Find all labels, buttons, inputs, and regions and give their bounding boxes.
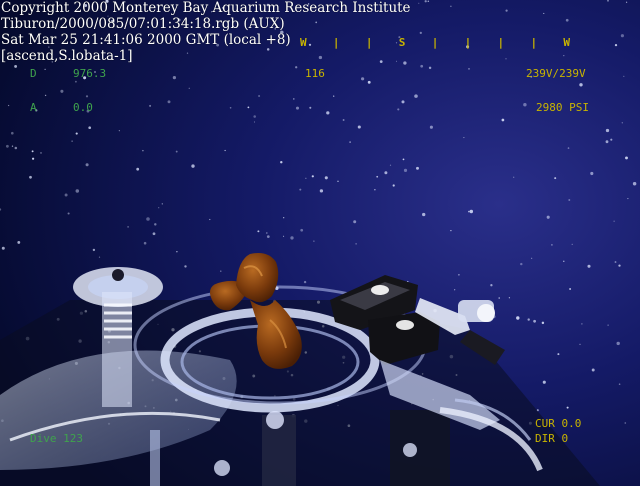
source-file-line: Tiburon/2000/085/07:01:34:18.rgb (AUX) xyxy=(1,16,285,32)
pressure-readout: 2980 PSI xyxy=(536,101,589,114)
compass-mark: | xyxy=(332,36,340,49)
compass-mark: S xyxy=(398,36,406,49)
depth-label: D xyxy=(30,67,37,80)
video-frame: Copyright 2000 Monterey Bay Aquarium Res… xyxy=(0,0,640,486)
compass-mark: W xyxy=(300,36,307,49)
altitude-value: 0.0 xyxy=(73,101,93,114)
copyright-line: Copyright 2000 Monterey Bay Aquarium Res… xyxy=(1,0,411,16)
depth-value: 976.3 xyxy=(73,67,107,80)
compass-mark: | xyxy=(530,36,538,49)
timestamp-line: Sat Mar 25 21:41:06 2000 GMT (local +8) xyxy=(1,32,291,48)
dive-number: Dive 123 xyxy=(30,432,83,445)
voltage-readout: 239V/239V xyxy=(526,67,586,80)
heading-value: 116 xyxy=(305,67,325,80)
compass-mark: | xyxy=(431,36,439,49)
current-readout: CUR 0.0 xyxy=(535,417,582,430)
direction-readout: DIR 0 xyxy=(535,432,569,445)
compass-mark: | xyxy=(365,36,373,49)
compass-strip: W | | S | | | | W xyxy=(300,36,570,49)
compass-mark: | xyxy=(497,36,505,49)
altitude-label: A xyxy=(30,101,37,114)
dive-tag-line: [ascend,S.lobata-1] xyxy=(1,48,133,64)
compass-mark: | xyxy=(464,36,472,49)
compass-mark: W xyxy=(563,36,570,49)
